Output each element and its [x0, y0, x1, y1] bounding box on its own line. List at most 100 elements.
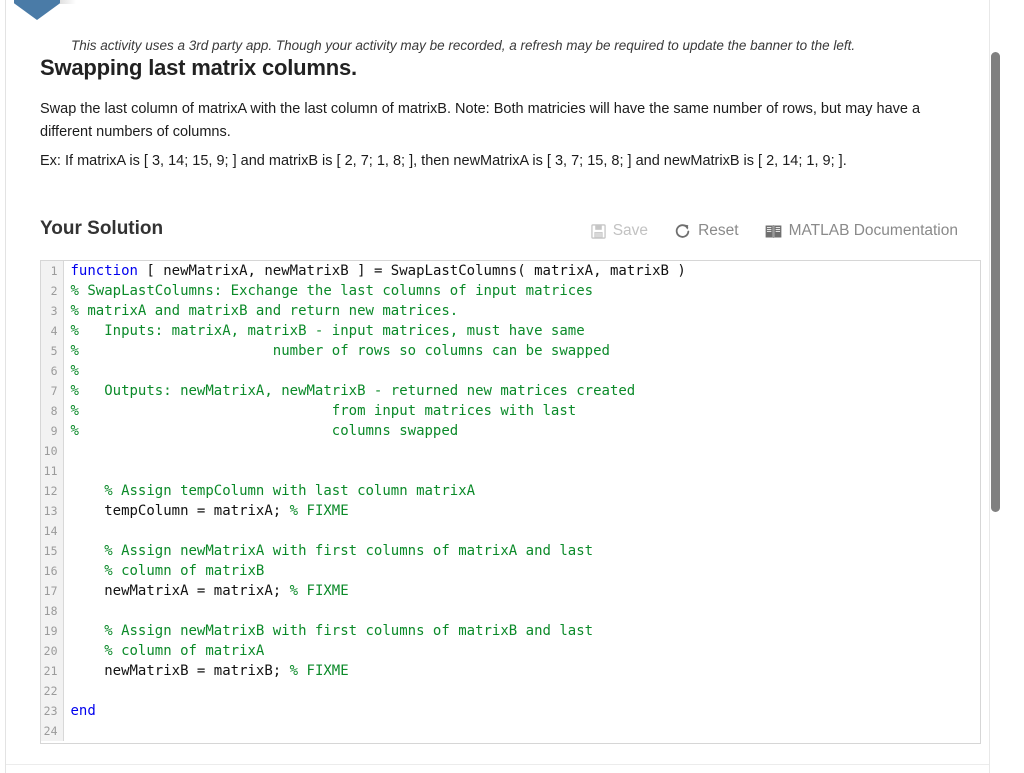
problem-example-paragraph: Ex: If matrixA is [ 3, 14; 15, 9; ] and … [40, 153, 847, 169]
floppy-disk-icon [591, 223, 606, 239]
line-number: 5 [41, 341, 64, 361]
code-token: % from input matrices with last [70, 403, 577, 419]
reset-label: Reset [698, 222, 739, 239]
line-number: 10 [41, 441, 64, 461]
line-number: 22 [41, 681, 64, 701]
code-line-content[interactable] [63, 721, 980, 741]
code-line-content[interactable] [63, 461, 980, 481]
code-line-content[interactable]: % Outputs: newMatrixA, newMatrixB - retu… [63, 381, 980, 401]
code-line: 1 function [ newMatrixA, newMatrixB ] = S… [41, 261, 980, 281]
code-line-content[interactable]: function [ newMatrixA, newMatrixB ] = Sw… [63, 261, 980, 281]
line-number: 21 [41, 661, 64, 681]
solution-header: Your Solution Save Reset MATLAB Document… [40, 218, 960, 254]
code-line-content[interactable] [63, 601, 980, 621]
code-line: 18 [41, 601, 980, 621]
code-token: % Assign newMatrixA with first columns o… [70, 543, 594, 559]
line-number: 1 [41, 261, 64, 281]
your-solution-heading: Your Solution [40, 218, 164, 239]
line-number: 9 [41, 421, 64, 441]
code-token: % Inputs: matrixA, matrixB - input matri… [70, 323, 585, 339]
line-number: 18 [41, 601, 64, 621]
code-line-content[interactable]: % Assign newMatrixA with first columns o… [63, 541, 980, 561]
code-token: end [70, 703, 96, 719]
code-line-content[interactable] [63, 441, 980, 461]
reset-button[interactable]: Reset [672, 220, 741, 242]
code-token: [ newMatrixA, newMatrixB ] = SwapLastCol… [137, 263, 686, 279]
code-line-content[interactable]: % Assign newMatrixB with first columns o… [63, 621, 980, 641]
code-line-content[interactable]: % from input matrices with last [63, 401, 980, 421]
code-line: 17 newMatrixA = matrixA; % FIXME [41, 581, 980, 601]
code-token: % columns swapped [70, 423, 459, 439]
line-number: 11 [41, 461, 64, 481]
page-root: This activity uses a 3rd party app. Thou… [0, 0, 1024, 773]
code-line-content[interactable]: % column of matrixB [63, 561, 980, 581]
code-token: % SwapLastColumns: Exchange the last col… [70, 283, 594, 299]
code-line-content[interactable]: % Inputs: matrixA, matrixB - input matri… [63, 321, 980, 341]
code-token: % FIXME [289, 503, 349, 519]
code-line-content[interactable]: % matrixA and matrixB and return new mat… [63, 301, 980, 321]
save-label: Save [612, 222, 649, 239]
code-token: % Outputs: newMatrixA, newMatrixB - retu… [70, 383, 636, 399]
code-line-content[interactable]: % number of rows so columns can be swapp… [63, 341, 980, 361]
code-editor[interactable]: 1 function [ newMatrixA, newMatrixB ] = S… [40, 260, 981, 744]
code-line-content[interactable]: % columns swapped [63, 421, 980, 441]
code-line-content[interactable]: % Assign tempColumn with last column mat… [63, 481, 980, 501]
code-token: % column of matrixA [70, 643, 265, 659]
code-line: 23 end [41, 701, 980, 721]
line-number: 4 [41, 321, 64, 341]
code-line: 5 % number of rows so columns can be swap… [41, 341, 980, 361]
code-line: 4 % Inputs: matrixA, matrixB - input matr… [41, 321, 980, 341]
line-number: 19 [41, 621, 64, 641]
content-left-divider [5, 0, 6, 773]
code-line-content[interactable]: newMatrixB = matrixB; % FIXME [63, 661, 980, 681]
code-line-content[interactable]: tempColumn = matrixA; % FIXME [63, 501, 980, 521]
code-line: 22 [41, 681, 980, 701]
code-token: tempColumn = matrixA; [70, 503, 290, 519]
code-line-content[interactable] [63, 681, 980, 701]
code-line-content[interactable]: % column of matrixA [63, 641, 980, 661]
code-line: 2 % SwapLastColumns: Exchange the last co… [41, 281, 980, 301]
code-line: 14 [41, 521, 980, 541]
code-line: 15 % Assign newMatrixA with first column… [41, 541, 980, 561]
code-line: 12 % Assign tempColumn with last column … [41, 481, 980, 501]
line-number: 3 [41, 301, 64, 321]
line-number: 8 [41, 401, 64, 421]
code-token: % FIXME [289, 583, 349, 599]
code-line: 16 % column of matrixB [41, 561, 980, 581]
code-line-content[interactable] [63, 521, 980, 541]
code-token: % Assign newMatrixB with first columns o… [70, 623, 594, 639]
code-line: 8 % from input matrices with last [41, 401, 980, 421]
code-line-content[interactable]: end [63, 701, 980, 721]
code-line: 3 % matrixA and matrixB and return new ma… [41, 301, 980, 321]
code-line-content[interactable]: % SwapLastColumns: Exchange the last col… [63, 281, 980, 301]
line-number: 23 [41, 701, 64, 721]
line-number: 14 [41, 521, 64, 541]
content-bottom-divider [6, 764, 989, 765]
save-button[interactable]: Save [589, 220, 650, 242]
code-token: newMatrixA = matrixA; [70, 583, 290, 599]
code-lines-table: 1 function [ newMatrixA, newMatrixB ] = S… [41, 261, 980, 741]
problem-description-paragraph: Swap the last column of matrixA with the… [40, 101, 921, 140]
code-token: % Assign tempColumn with last column mat… [70, 483, 476, 499]
page-title: Swapping last matrix columns. [40, 55, 357, 80]
code-line: 20 % column of matrixA [41, 641, 980, 661]
banner-shadow [60, 0, 76, 4]
code-line-content[interactable]: % [63, 361, 980, 381]
line-number: 15 [41, 541, 64, 561]
code-line: 7 % Outputs: newMatrixA, newMatrixB - ret… [41, 381, 980, 401]
page-scrollbar-thumb[interactable] [991, 52, 1000, 512]
code-line-content[interactable]: newMatrixA = matrixA; % FIXME [63, 581, 980, 601]
matlab-documentation-button[interactable]: MATLAB Documentation [763, 220, 960, 242]
line-number: 17 [41, 581, 64, 601]
code-line: 6% [41, 361, 980, 381]
code-line: 11 [41, 461, 980, 481]
code-token: % FIXME [289, 663, 349, 679]
line-number: 20 [41, 641, 64, 661]
line-number: 12 [41, 481, 64, 501]
page-scrollbar-track[interactable] [991, 0, 1016, 773]
line-number: 13 [41, 501, 64, 521]
book-icon [765, 224, 782, 239]
code-token: function [70, 263, 138, 279]
bookmark-banner-icon [14, 0, 60, 20]
line-number: 24 [41, 721, 64, 741]
